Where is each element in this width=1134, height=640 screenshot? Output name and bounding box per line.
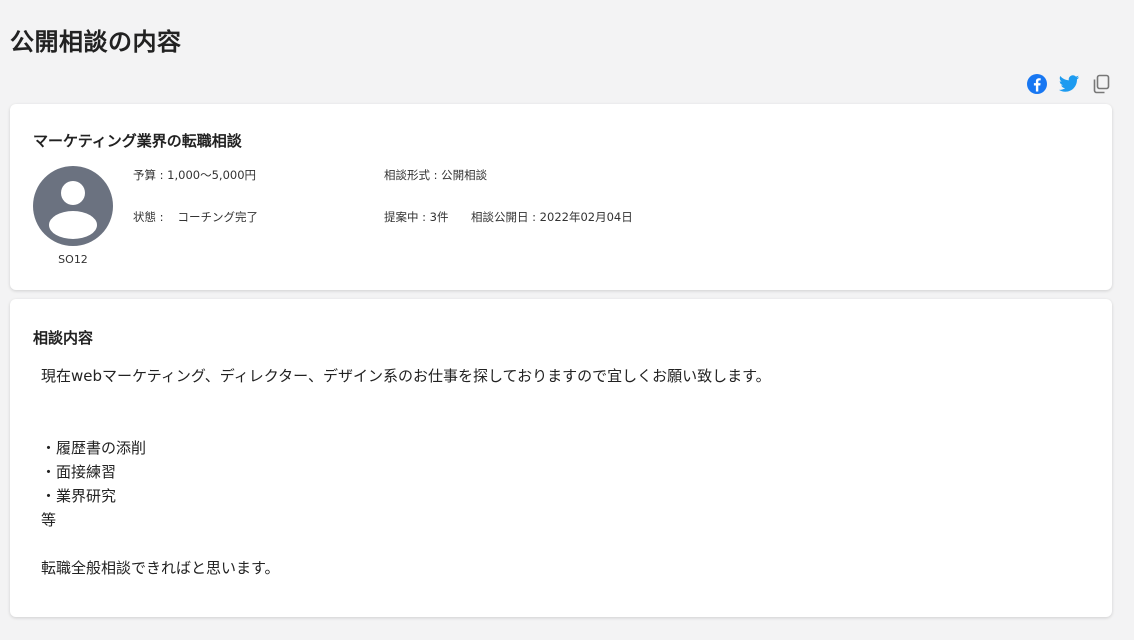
share-bar bbox=[1026, 73, 1112, 95]
published-date: 相談公開日 : 2022年02月04日 bbox=[471, 210, 633, 224]
detail-line bbox=[41, 412, 771, 436]
detail-line: ・業界研究 bbox=[41, 487, 117, 505]
status-label: 状態 : bbox=[133, 210, 164, 224]
status-value: コーチング完了 bbox=[177, 210, 259, 224]
consultation-title: マーケティング業界の転職相談 bbox=[33, 132, 242, 150]
consultation-summary-card: マーケティング業界の転職相談 SO12 予算 : 1,000～5,000円 相談… bbox=[10, 104, 1112, 290]
detail-line: 現在webマーケティング、ディレクター、デザイン系のお仕事を探しておりますので宜… bbox=[41, 367, 771, 385]
detail-line bbox=[41, 388, 771, 412]
facebook-icon[interactable] bbox=[1026, 73, 1048, 95]
user-name: SO12 bbox=[58, 253, 88, 266]
status: 状態 : コーチング完了 bbox=[133, 209, 258, 225]
detail-line: 等 bbox=[41, 511, 57, 529]
copy-icon[interactable] bbox=[1090, 73, 1112, 95]
detail-body: 現在webマーケティング、ディレクター、デザイン系のお仕事を探しておりますので宜… bbox=[41, 364, 771, 580]
detail-line: 転職全般相談できればと思います。 bbox=[41, 559, 280, 577]
detail-line: ・履歴書の添削 bbox=[41, 439, 147, 457]
consultation-detail-card: 相談内容 現在webマーケティング、ディレクター、デザイン系のお仕事を探しており… bbox=[10, 299, 1112, 617]
detail-line bbox=[41, 532, 771, 556]
user-icon bbox=[49, 181, 97, 239]
avatar bbox=[33, 166, 113, 246]
twitter-icon[interactable] bbox=[1058, 73, 1080, 95]
detail-heading: 相談内容 bbox=[33, 329, 94, 347]
budget: 予算 : 1,000～5,000円 bbox=[133, 168, 257, 182]
proposal-count: 提案中 : 3件 bbox=[384, 210, 449, 224]
page-title: 公開相談の内容 bbox=[10, 28, 182, 56]
consultation-format: 相談形式 : 公開相談 bbox=[384, 168, 488, 182]
detail-line: ・面接練習 bbox=[41, 463, 117, 481]
